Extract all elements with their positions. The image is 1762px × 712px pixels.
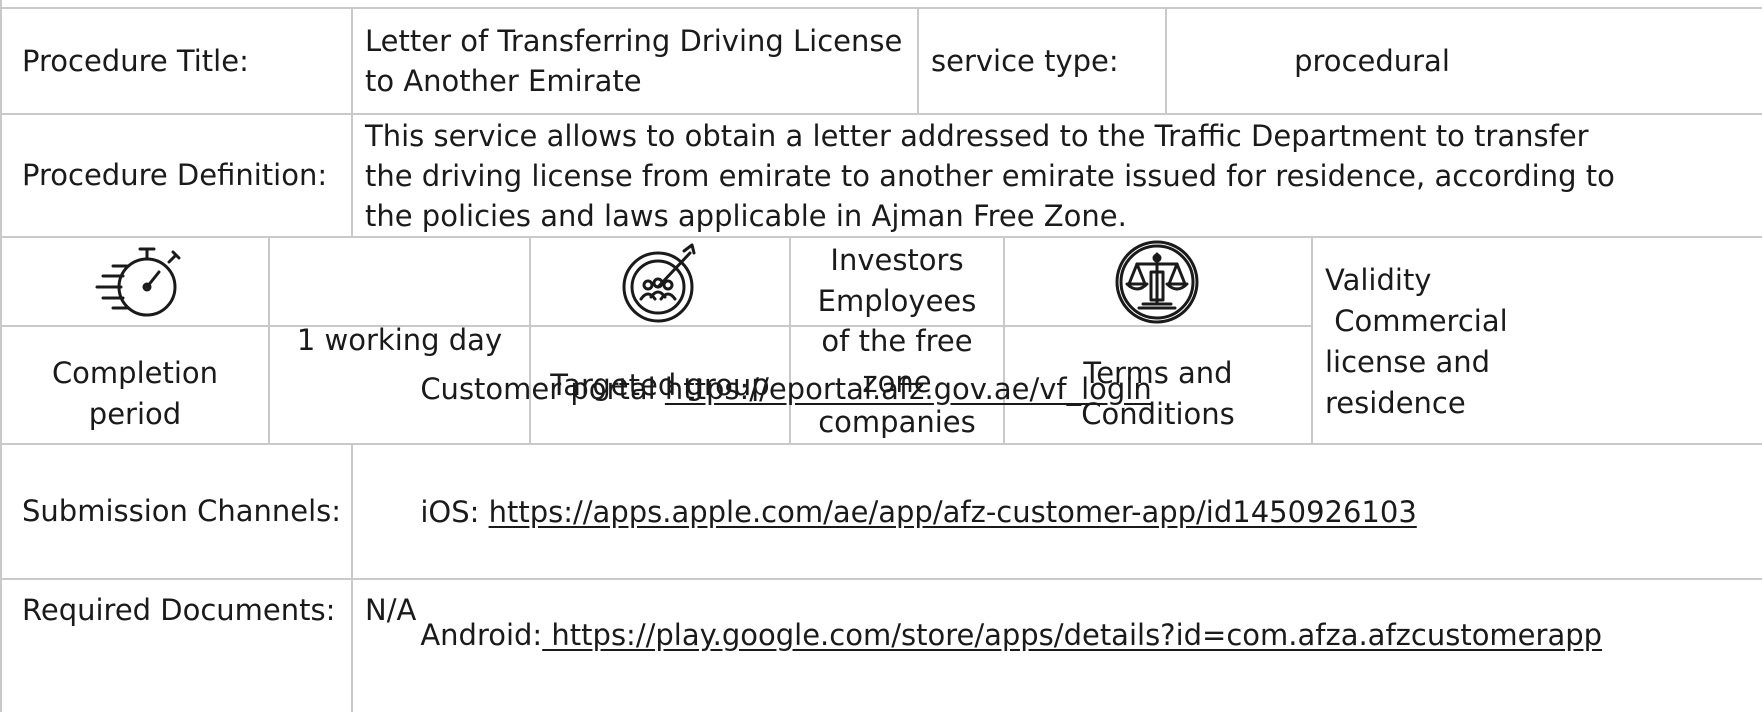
procedure-definition-line: the policies and laws applicable in Ajma… (365, 198, 1127, 233)
terms-conditions-line: Validity (1325, 263, 1432, 297)
procedure-definition-line: the driving license from emirate to anot… (365, 158, 1615, 193)
service-type-value-text: procedural (1294, 43, 1450, 78)
customer-portal-line: Customer portal https://eportal.afz.gov.… (365, 328, 1152, 451)
submission-channels-value: Customer portal https://eportal.afz.gov.… (365, 372, 1760, 652)
submission-channels-label: Submission Channels: (22, 445, 347, 578)
service-type-label-text: service type: (931, 43, 1119, 78)
grid-line (351, 7, 353, 236)
procedure-title-line: Letter of Transferring Driving License (365, 24, 903, 58)
terms-conditions-line: residence (1325, 386, 1466, 420)
terms-conditions-value: Validity Commercial license and residenc… (1325, 258, 1760, 426)
procedure-title-line: to Another Emirate (365, 64, 642, 98)
scales-of-justice-icon (1097, 238, 1217, 326)
completion-period-label: Completion period (2, 345, 268, 443)
required-documents-label-text: Required Documents: (22, 592, 336, 627)
required-documents-value: N/A (365, 580, 765, 640)
ios-app-link[interactable]: https://apps.apple.com/ae/app/afz-custom… (489, 495, 1417, 529)
procedure-title-label-text: Procedure Title: (22, 43, 249, 78)
targeted-group-line: Investors (830, 243, 964, 278)
completion-period-label-line: Completion (51, 356, 219, 390)
grid-line (917, 7, 919, 113)
customer-portal-prefix: Customer portal (420, 371, 665, 406)
procedure-definition-label-text: Procedure Definition: (22, 158, 328, 192)
target-group-icon (600, 238, 720, 326)
completion-period-label-line: period (88, 397, 182, 431)
stopwatch-icon (80, 240, 200, 325)
service-type-value: procedural (1167, 9, 1577, 113)
procedure-title-value: Letter of Transferring Driving License t… (365, 11, 913, 111)
procedure-definition-label: Procedure Definition: (22, 115, 347, 236)
procedure-definition-line: This service allows to obtain a letter a… (365, 118, 1589, 153)
procedure-card: Procedure Title: Letter of Transferring … (0, 0, 1762, 712)
customer-portal-link[interactable]: https://eportal.afz.gov.ae/vf_login (665, 372, 1152, 406)
required-documents-label: Required Documents: (22, 580, 347, 640)
terms-conditions-line: Commercial (1325, 304, 1508, 338)
submission-channels-label-text: Submission Channels: (22, 494, 342, 528)
grid-line (0, 236, 1762, 238)
targeted-group-line: Employees (817, 283, 977, 318)
ios-line: iOS: https://apps.apple.com/ae/app/afz-c… (365, 451, 1417, 574)
ios-prefix: iOS: (420, 494, 489, 529)
terms-conditions-line: license and (1325, 345, 1491, 379)
grid-line (351, 443, 353, 712)
required-documents-value-text: N/A (365, 592, 417, 627)
procedure-title-label: Procedure Title: (22, 9, 347, 113)
service-type-label: service type: (931, 9, 1161, 113)
procedure-definition-value: This service allows to obtain a letter a… (365, 115, 1760, 236)
grid-line (1311, 236, 1313, 443)
